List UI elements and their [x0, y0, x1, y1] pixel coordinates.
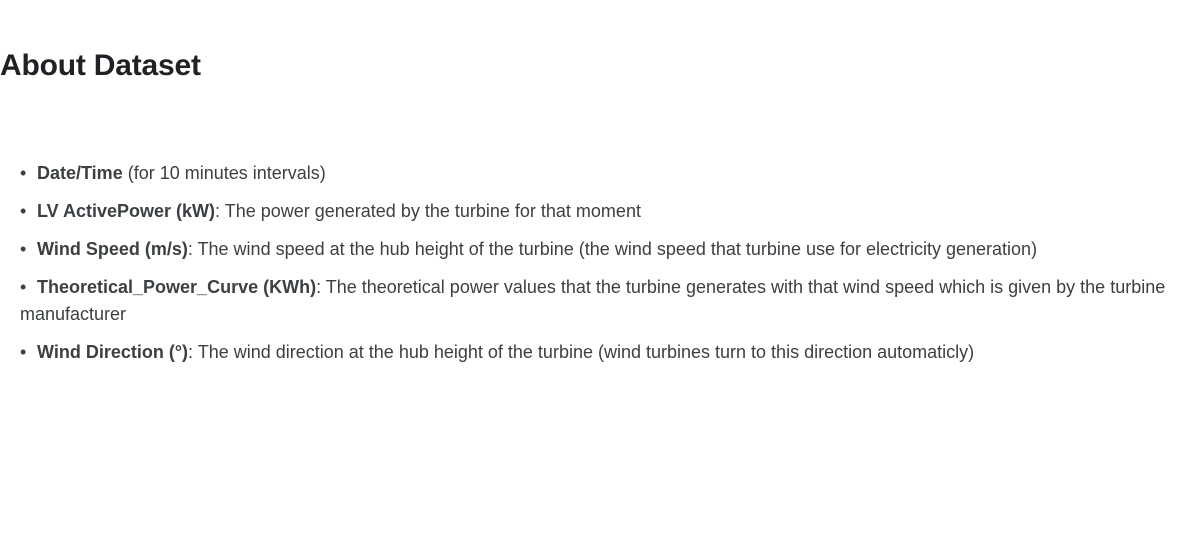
list-item-wind-speed: • Wind Speed (m/s): The wind speed at the…	[20, 236, 1170, 263]
list-item-date-time: • Date/Time (for 10 minutes intervals)	[20, 160, 1170, 187]
list-item-active-power: • LV ActivePower (kW): The power generate…	[20, 198, 1170, 225]
bullet-icon: •	[20, 201, 27, 221]
column-name: LV ActivePower (kW)	[37, 201, 216, 221]
column-name: Wind Direction (°)	[37, 342, 189, 362]
column-description: : The wind speed at the hub height of th…	[187, 239, 1038, 259]
column-description: : The wind direction at the hub height o…	[188, 342, 975, 362]
about-dataset-page: About Dataset • Date/Time (for 10 minutes…	[0, 0, 1187, 543]
list-item-wind-direction: • Wind Direction (°): The wind direction …	[20, 339, 1170, 366]
column-description: : The power generated by the turbine for…	[215, 201, 641, 221]
list-item-theoretical-power-curve: • Theoretical_Power_Curve (KWh): The theo…	[20, 274, 1170, 328]
bullet-icon: •	[20, 277, 27, 297]
column-description: (for 10 minutes intervals)	[122, 163, 326, 183]
column-name: Date/Time	[37, 163, 123, 183]
bullet-icon: •	[20, 342, 27, 362]
bullet-icon: •	[20, 239, 27, 259]
bullet-icon: •	[20, 163, 27, 183]
dataset-columns-list: • Date/Time (for 10 minutes intervals) • L…	[20, 160, 1170, 377]
column-name: Wind Speed (m/s)	[37, 239, 188, 259]
column-name: Theoretical_Power_Curve (KWh)	[37, 277, 317, 297]
page-title: About Dataset	[0, 49, 201, 82]
